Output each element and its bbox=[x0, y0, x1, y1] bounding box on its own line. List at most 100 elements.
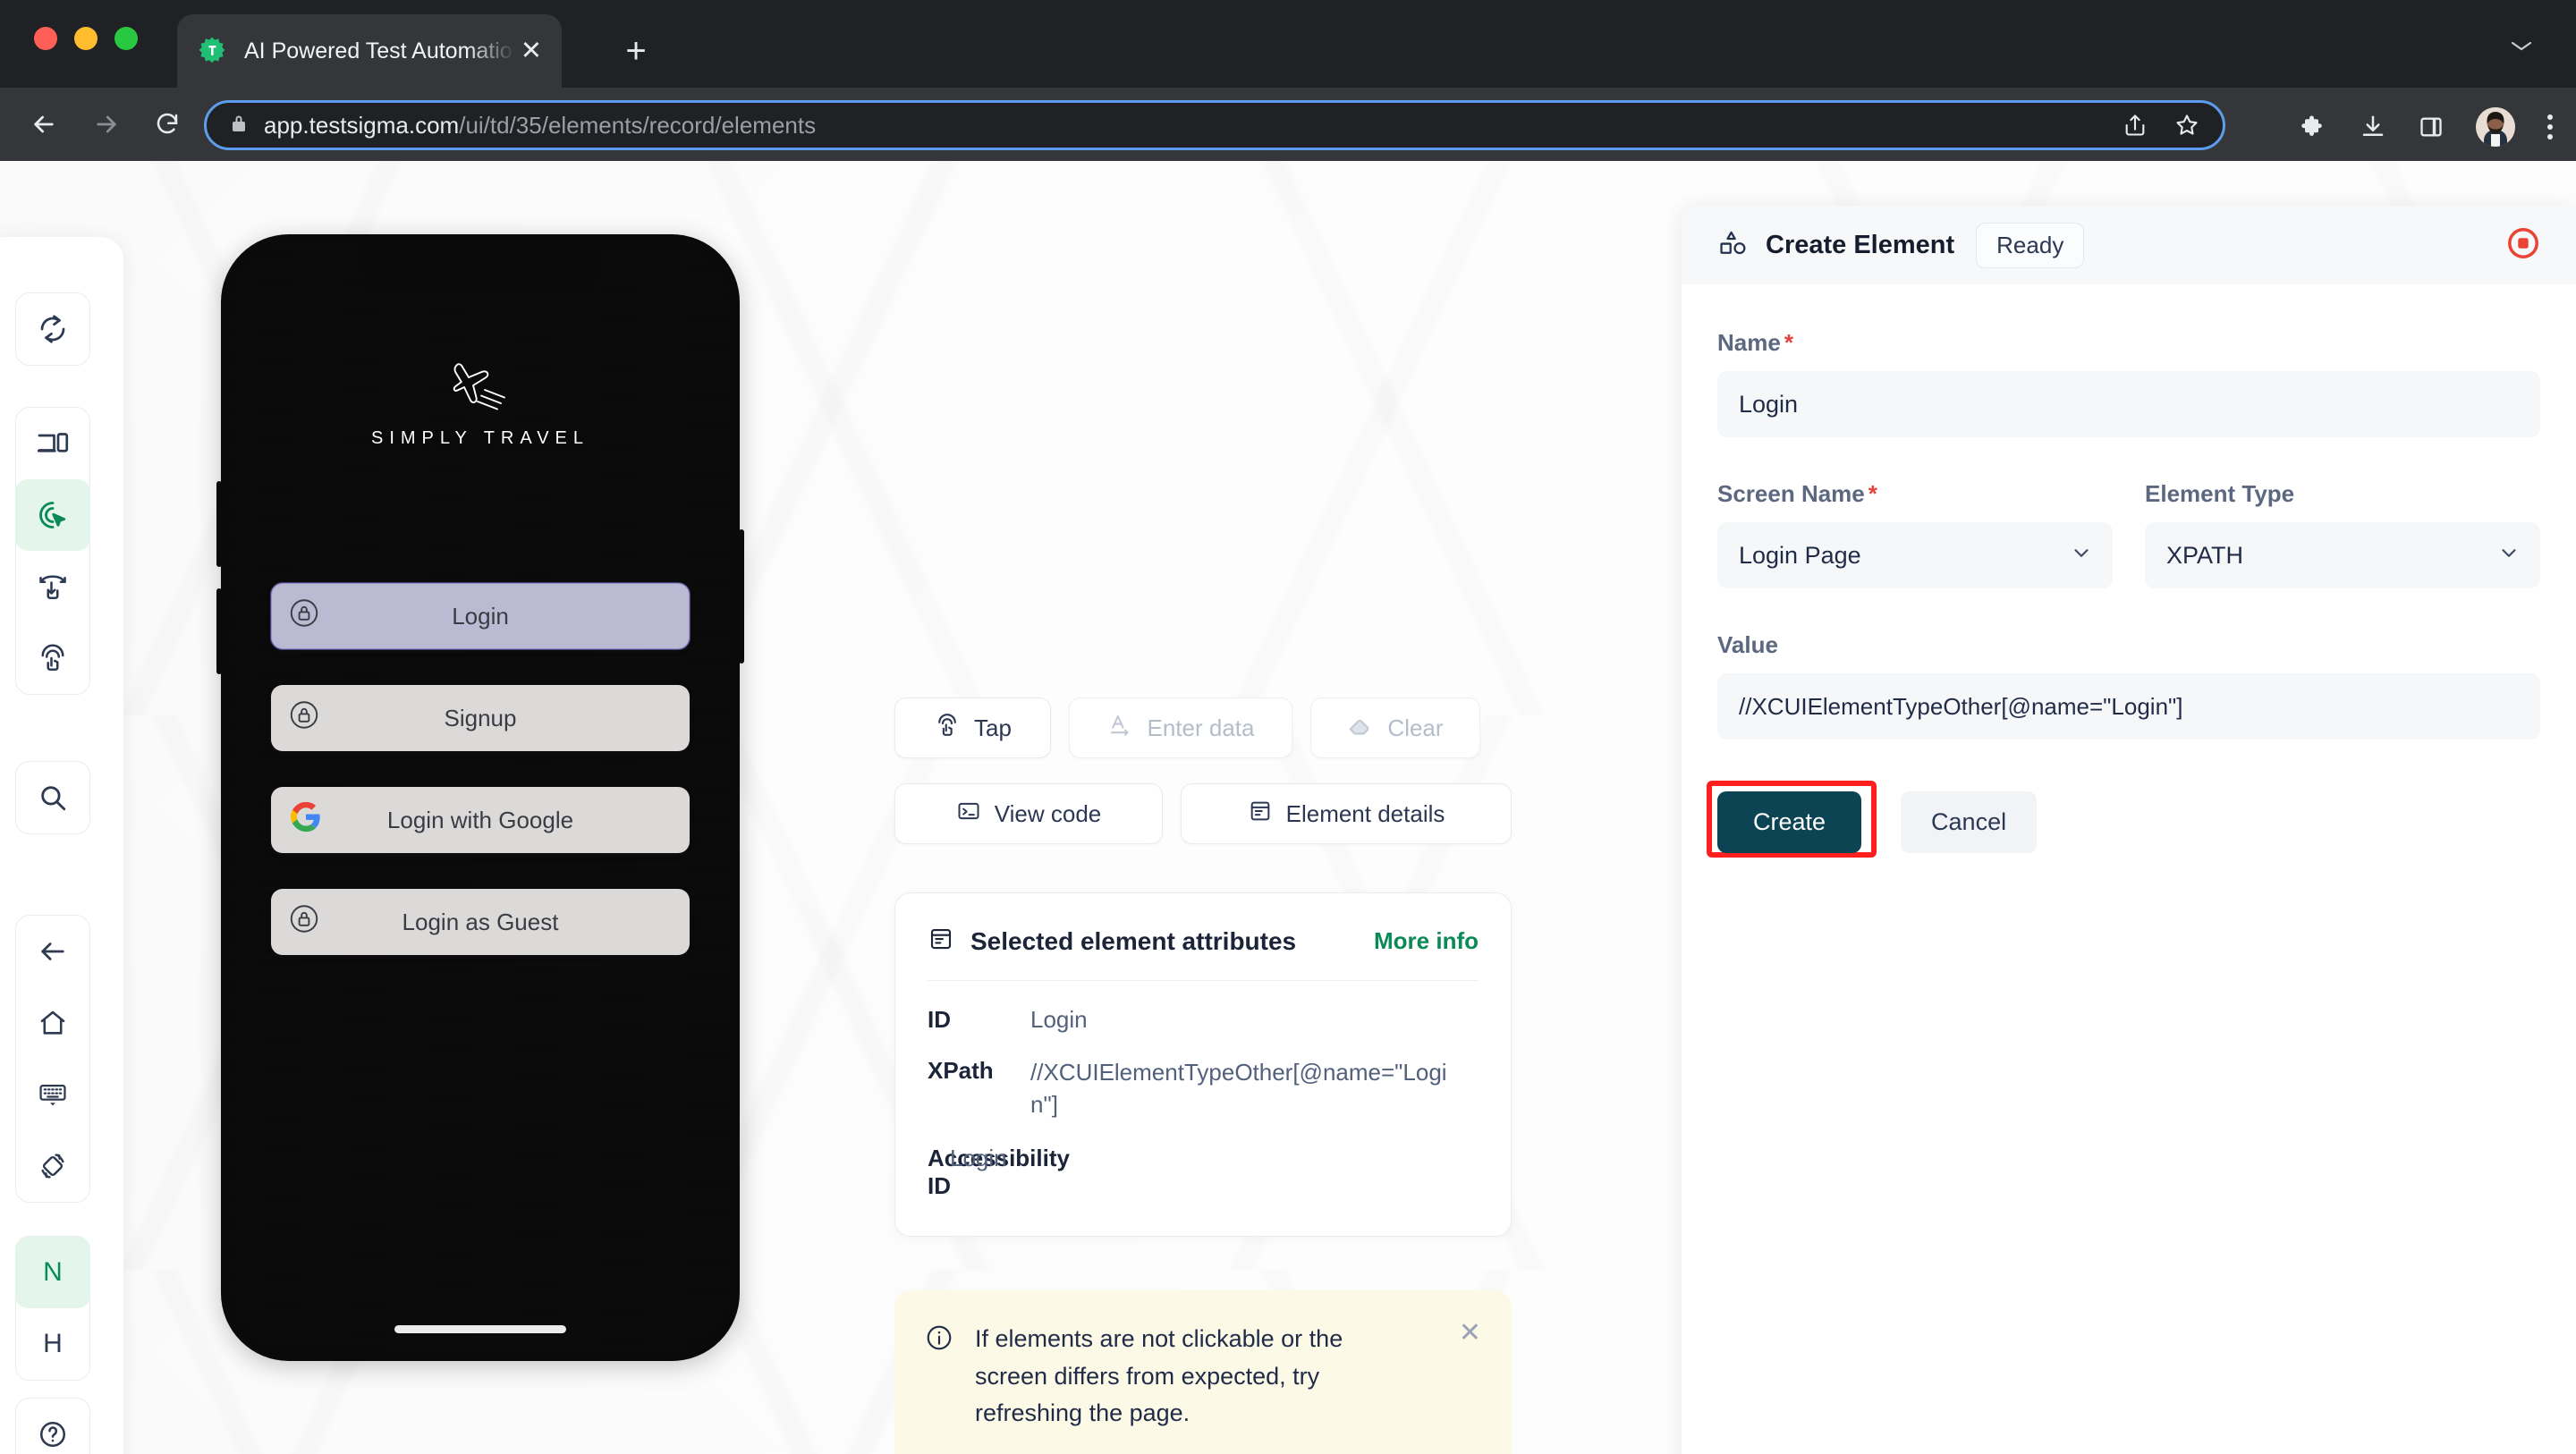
element-details-button[interactable]: Element details bbox=[1181, 783, 1512, 844]
screen-name-selected-value: Login Page bbox=[1739, 541, 1861, 569]
close-window-button[interactable] bbox=[34, 27, 57, 50]
lock-icon bbox=[287, 902, 321, 943]
field-value: Value //XCUIElementTypeOther[@name="Logi… bbox=[1717, 631, 2540, 740]
search-icon[interactable] bbox=[15, 762, 90, 833]
attribute-row-xpath: XPath //XCUIElementTypeOther[@name="Logi… bbox=[928, 1057, 1479, 1121]
arrow-left-icon[interactable] bbox=[20, 100, 68, 148]
field-screen-name-label: Screen Name * bbox=[1717, 480, 1877, 507]
element-type-select[interactable]: XPATH bbox=[2145, 522, 2540, 588]
help-icon[interactable] bbox=[15, 1399, 90, 1454]
stop-recording-icon[interactable] bbox=[2506, 226, 2540, 265]
create-element-panel: Create Element Ready Name * Login Screen … bbox=[1682, 206, 2576, 1454]
refresh-icon[interactable] bbox=[15, 293, 90, 365]
volume-up-button bbox=[216, 481, 222, 567]
terminal-icon bbox=[956, 799, 981, 830]
arrow-left-icon[interactable] bbox=[15, 916, 90, 987]
keyboard-icon[interactable] bbox=[15, 1059, 90, 1130]
rail-group-search bbox=[15, 761, 90, 834]
minimize-window-button[interactable] bbox=[74, 27, 97, 50]
create-button[interactable]: Create bbox=[1717, 791, 1862, 853]
field-name: Name * Login bbox=[1717, 329, 2540, 437]
field-value-label: Value bbox=[1717, 631, 1778, 658]
attributes-card-header: Selected element attributes More info bbox=[928, 926, 1479, 957]
secondary-action-row: View code Element details bbox=[894, 783, 1512, 844]
google-icon bbox=[291, 801, 321, 839]
clear-label: Clear bbox=[1387, 714, 1444, 741]
side-panel-icon[interactable] bbox=[2419, 114, 2444, 139]
inspect-icon[interactable] bbox=[15, 479, 90, 551]
more-info-link[interactable]: More info bbox=[1374, 927, 1479, 955]
primary-action-row: Tap Enter data Clear bbox=[894, 697, 1512, 758]
app-button-login-guest[interactable]: Login as Guest bbox=[271, 889, 690, 955]
swipe-icon[interactable] bbox=[15, 551, 90, 622]
lock-icon bbox=[287, 698, 321, 739]
hybrid-mode-button[interactable]: H bbox=[15, 1308, 90, 1380]
required-asterisk: * bbox=[1784, 329, 1793, 356]
address-bar[interactable]: app.testsigma.com/ui/td/35/elements/reco… bbox=[204, 100, 2225, 150]
puzzle-icon[interactable] bbox=[2301, 114, 2327, 140]
lock-icon bbox=[287, 596, 321, 637]
hybrid-mode-label: H bbox=[43, 1329, 63, 1358]
field-name-label: Name * bbox=[1717, 329, 1793, 356]
window-traffic-lights bbox=[34, 27, 138, 50]
star-icon[interactable] bbox=[2174, 113, 2199, 138]
url-path: /ui/td/35/elements/record/elements bbox=[459, 111, 817, 139]
share-icon[interactable] bbox=[2123, 113, 2148, 138]
clear-button[interactable]: Clear bbox=[1310, 697, 1480, 758]
rail-group-help bbox=[15, 1398, 90, 1454]
element-type-selected-value: XPATH bbox=[2166, 541, 2244, 569]
maximize-window-button[interactable] bbox=[114, 27, 138, 50]
plus-icon[interactable]: + bbox=[617, 33, 655, 72]
url-host: app.testsigma.com bbox=[264, 111, 460, 139]
testsigma-logo-icon bbox=[197, 36, 227, 66]
enter-data-button[interactable]: Enter data bbox=[1069, 697, 1292, 758]
rail-group-inspect bbox=[15, 407, 90, 695]
attribute-key: XPath bbox=[928, 1057, 994, 1084]
phone-screen[interactable]: SIMPLY TRAVEL Login Signup Login with Go… bbox=[233, 247, 727, 1348]
field-element-type-label: Element Type bbox=[2145, 480, 2295, 507]
close-icon[interactable]: ✕ bbox=[1459, 1317, 1481, 1348]
app-button-label: Login bbox=[452, 602, 509, 630]
field-element-type: Element Type XPATH bbox=[2145, 480, 2540, 588]
home-icon[interactable] bbox=[15, 987, 90, 1059]
value-input[interactable]: //XCUIElementTypeOther[@name="Login"] bbox=[1717, 673, 2540, 740]
tap-action-label: Tap bbox=[974, 714, 1012, 741]
view-code-label: View code bbox=[994, 799, 1102, 827]
create-element-actions: Create Cancel bbox=[1707, 781, 2540, 858]
app-button-label: Login with Google bbox=[386, 806, 574, 833]
cancel-button[interactable]: Cancel bbox=[1901, 791, 2038, 853]
browser-chrome: AI Powered Test Automation P ✕ + app.tes… bbox=[0, 0, 2576, 161]
browser-toolbar: app.testsigma.com/ui/td/35/elements/reco… bbox=[0, 88, 2576, 161]
tap-icon[interactable] bbox=[15, 622, 90, 694]
rail-group-session bbox=[15, 292, 90, 366]
chevron-down-icon bbox=[2070, 541, 2093, 571]
reload-icon[interactable] bbox=[143, 100, 191, 148]
arrow-right-icon[interactable] bbox=[82, 100, 131, 148]
app-button-login[interactable]: Login bbox=[270, 582, 691, 650]
tap-action-button[interactable]: Tap bbox=[894, 697, 1051, 758]
create-element-header: Create Element Ready bbox=[1682, 206, 2576, 284]
app-button-signup[interactable]: Signup bbox=[271, 685, 690, 751]
rotate-icon[interactable] bbox=[15, 1130, 90, 1202]
chevron-down-icon[interactable] bbox=[2508, 32, 2535, 60]
close-icon[interactable]: ✕ bbox=[521, 38, 542, 64]
profile-avatar[interactable] bbox=[2476, 107, 2515, 147]
document-icon bbox=[928, 926, 954, 957]
address-bar-url: app.testsigma.com/ui/td/35/elements/reco… bbox=[264, 112, 816, 139]
info-icon bbox=[925, 1323, 955, 1433]
power-button bbox=[739, 529, 744, 664]
view-code-button[interactable]: View code bbox=[894, 783, 1163, 844]
attribute-row-accessibility-id: Accessibility ID Login bbox=[928, 1144, 1070, 1199]
download-icon[interactable] bbox=[2360, 114, 2386, 140]
app-button-login-google[interactable]: Login with Google bbox=[271, 787, 690, 853]
device-icon[interactable] bbox=[15, 408, 90, 479]
app-page-body: N H SIMPLY TRAVEL Login Signup Login wit… bbox=[0, 161, 2576, 1454]
more-vertical-icon[interactable] bbox=[2547, 114, 2553, 139]
browser-tab[interactable]: AI Powered Test Automation P ✕ bbox=[177, 14, 562, 88]
screen-name-select[interactable]: Login Page bbox=[1717, 522, 2113, 588]
name-input[interactable]: Login bbox=[1717, 371, 2540, 437]
text-input-icon bbox=[1107, 712, 1134, 745]
app-logo-name: SIMPLY TRAVEL bbox=[370, 428, 590, 448]
status-badge: Ready bbox=[1976, 222, 2085, 268]
native-mode-button[interactable]: N bbox=[15, 1237, 90, 1308]
